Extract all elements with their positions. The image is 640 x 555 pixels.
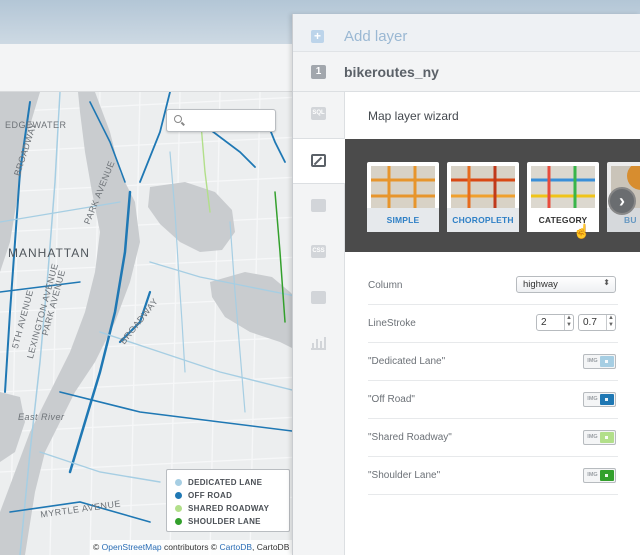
legend-swatch [175,479,182,486]
color-swatch[interactable] [600,394,614,405]
sql-icon: SQL [311,107,326,120]
stepper-arrows-icon[interactable]: ▲ ▼ [606,315,615,330]
search-icon [174,115,182,123]
add-layer-button[interactable]: + Add layer [293,14,640,52]
category-label: "Dedicated Lane" [368,356,446,367]
linestroke-label: LineStroke [368,318,416,329]
css-icon: CSS [311,245,326,258]
wizard-card-choropleth[interactable]: CHOROPLETH [447,162,519,232]
category-row-shoulder-lane: "Shoulder Lane" IMG [368,457,618,495]
color-swatch[interactable] [600,470,614,481]
layer-header[interactable]: 1 bikeroutes_ny [293,52,640,92]
linestroke-row: LineStroke 2 ▲ ▼ 0.7 ▲ ▼ [368,305,618,343]
category-label: "Shared Roadway" [368,432,452,443]
legend-item: OFF ROAD [175,489,281,502]
map-label-manhattan: MANHATTAN [8,246,90,260]
bar-chart-icon [311,337,326,350]
map-label-east-river: East River [18,412,65,422]
choropleth-thumbnail [451,166,515,208]
attribution-suffix: , CartoDB [252,542,290,552]
tab-legends[interactable] [293,276,345,322]
img-icon[interactable]: IMG [585,393,600,406]
attribution-middle: contributors © [164,542,218,552]
card-label: SIMPLE [367,208,439,232]
category-color-picker[interactable]: IMG [583,430,616,445]
category-color-picker[interactable]: IMG [583,468,616,483]
legend-swatch [175,518,182,525]
infowindow-icon [311,199,326,212]
img-icon[interactable]: IMG [585,469,600,482]
tab-sql[interactable]: SQL [293,92,345,138]
legend-item: DEDICATED LANE [175,476,281,489]
category-color-picker[interactable]: IMG [583,392,616,407]
color-swatch[interactable] [600,356,614,367]
category-row-shared-roadway: "Shared Roadway" IMG [368,419,618,457]
map-layer-wizard: Map layer wizard SIMPLE CHOROPLETH CATEG… [345,92,640,555]
legend-swatch [175,505,182,512]
osm-link[interactable]: OpenStreetMap [102,542,162,552]
plus-icon: + [311,30,324,43]
carousel-next-arrow-icon[interactable]: › [608,187,636,215]
legend-label: SHARED ROADWAY [188,504,270,513]
map-legend: DEDICATED LANE OFF ROAD SHARED ROADWAY S… [166,469,290,532]
hand-cursor-icon: ☝ [573,223,591,239]
wizard-card-category[interactable]: CATEGORY [527,162,599,232]
linestroke-width-stepper[interactable]: 2 ▲ ▼ [536,314,574,331]
column-select[interactable]: highway ⬍ [516,276,616,293]
category-thumbnail [531,166,595,208]
category-label: "Shoulder Lane" [368,470,441,481]
map-attribution: © OpenStreetMap contributors © CartoDB, … [90,540,300,555]
tab-wizard[interactable] [293,138,346,184]
legend-item: SHARED ROADWAY [175,502,281,515]
wizard-brush-icon [311,154,326,167]
stepper-arrows-icon[interactable]: ▲ ▼ [564,315,573,330]
legend-label: DEDICATED LANE [188,478,263,487]
legend-label: SHOULDER LANE [188,517,261,526]
layer-name[interactable]: bikeroutes_ny [344,64,439,80]
map-canvas[interactable]: EDGEWATER MANHATTAN BROADWAY PARK AVENUE… [0,92,300,555]
add-layer-label: Add layer [344,28,408,45]
column-label: Column [368,280,403,291]
img-icon[interactable]: IMG [585,355,600,368]
cartodb-link[interactable]: CartoDB [219,542,252,552]
category-row-off-road: "Off Road" IMG [368,381,618,419]
legend-swatch [175,492,182,499]
attribution-prefix: © [93,542,100,552]
category-label: "Off Road" [368,394,415,405]
wizard-carousel: SIMPLE CHOROPLETH CATEGORY BU › ☝ [345,139,640,252]
card-label: CHOROPLETH [447,208,519,232]
tab-filters[interactable] [293,322,345,368]
wizard-card-simple[interactable]: SIMPLE [367,162,439,232]
legend-icon [311,291,326,304]
img-icon[interactable]: IMG [585,431,600,444]
wizard-title: Map layer wizard [368,109,459,123]
tab-css[interactable]: CSS [293,230,345,276]
category-row-dedicated-lane: "Dedicated Lane" IMG [368,343,618,381]
select-arrows-icon: ⬍ [603,278,610,287]
choropleth-thumbnail-graphic [451,166,515,208]
legend-label: OFF ROAD [188,491,233,500]
category-thumbnail-graphic [531,166,595,208]
tab-infowindow[interactable] [293,184,345,230]
layer-number-badge: 1 [311,65,326,79]
simple-thumbnail [371,166,435,208]
linestroke-opacity-value: 0.7 [583,317,597,328]
map-search-input[interactable] [166,109,276,132]
layer-side-tabs: SQL CSS [293,92,346,555]
legend-item: SHOULDER LANE [175,515,281,528]
color-swatch[interactable] [600,432,614,443]
layer-panel: + Add layer 1 bikeroutes_ny SQL CSS Map … [292,14,640,555]
column-row: Column highway ⬍ [368,267,618,305]
category-color-picker[interactable]: IMG [583,354,616,369]
simple-thumbnail-graphic [371,166,435,208]
linestroke-opacity-stepper[interactable]: 0.7 ▲ ▼ [578,314,616,331]
linestroke-width-value: 2 [541,317,547,328]
header-bar [0,44,300,92]
column-select-value: highway [523,279,558,290]
